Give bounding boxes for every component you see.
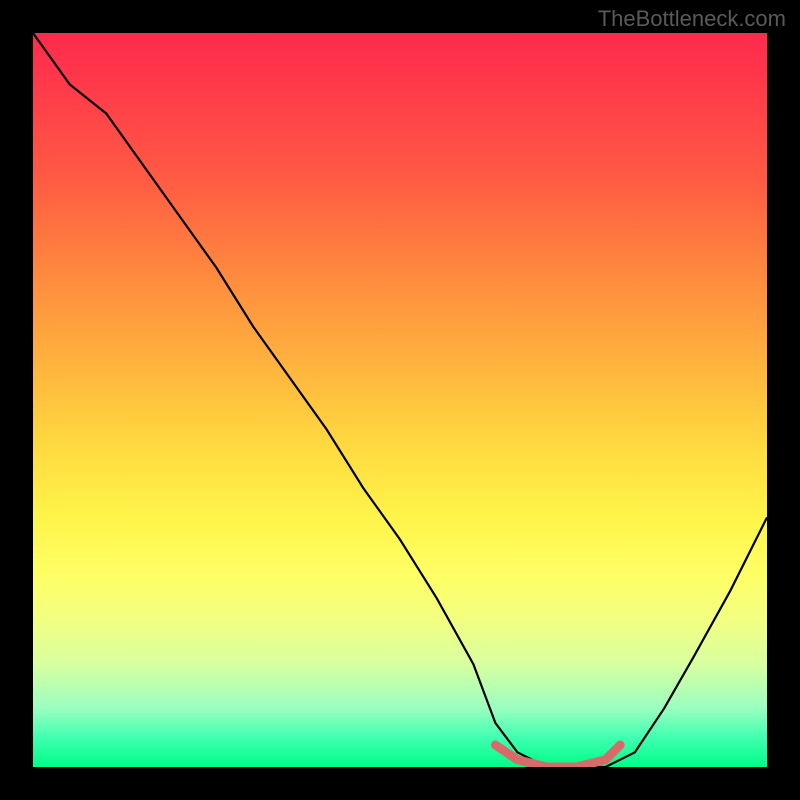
plot-area [33,33,767,767]
watermark-text: TheBottleneck.com [598,6,786,32]
bottleneck-curve-path [33,33,767,767]
curve-svg [33,33,767,767]
